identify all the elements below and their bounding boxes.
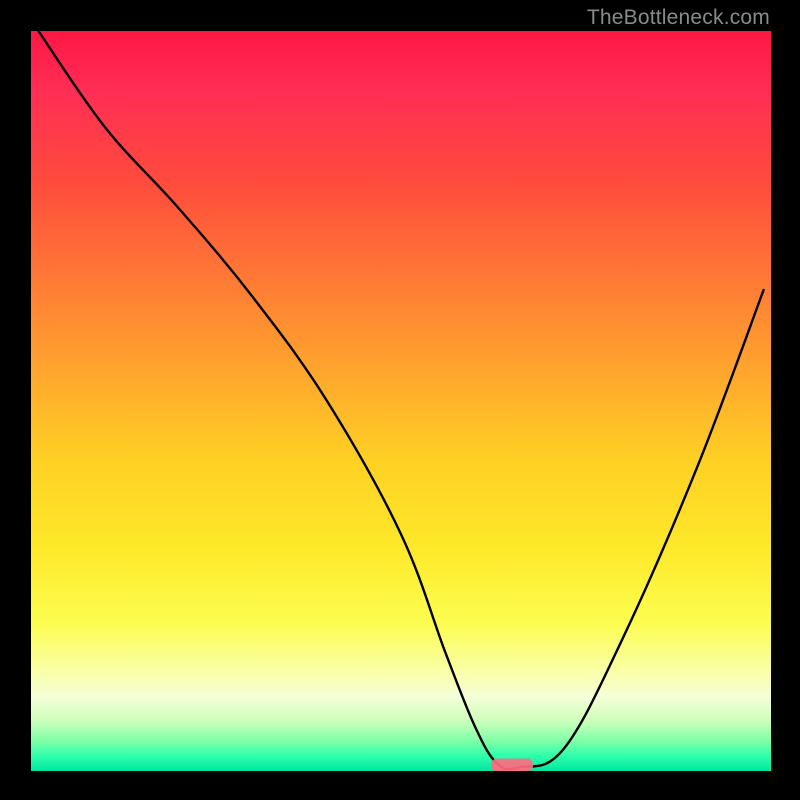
chart-svg	[31, 31, 771, 771]
bottleneck-curve	[38, 31, 763, 769]
plot-area	[31, 31, 771, 771]
optimal-marker	[491, 759, 533, 771]
watermark-text: TheBottleneck.com	[587, 6, 770, 30]
chart-frame: TheBottleneck.com	[0, 0, 800, 800]
